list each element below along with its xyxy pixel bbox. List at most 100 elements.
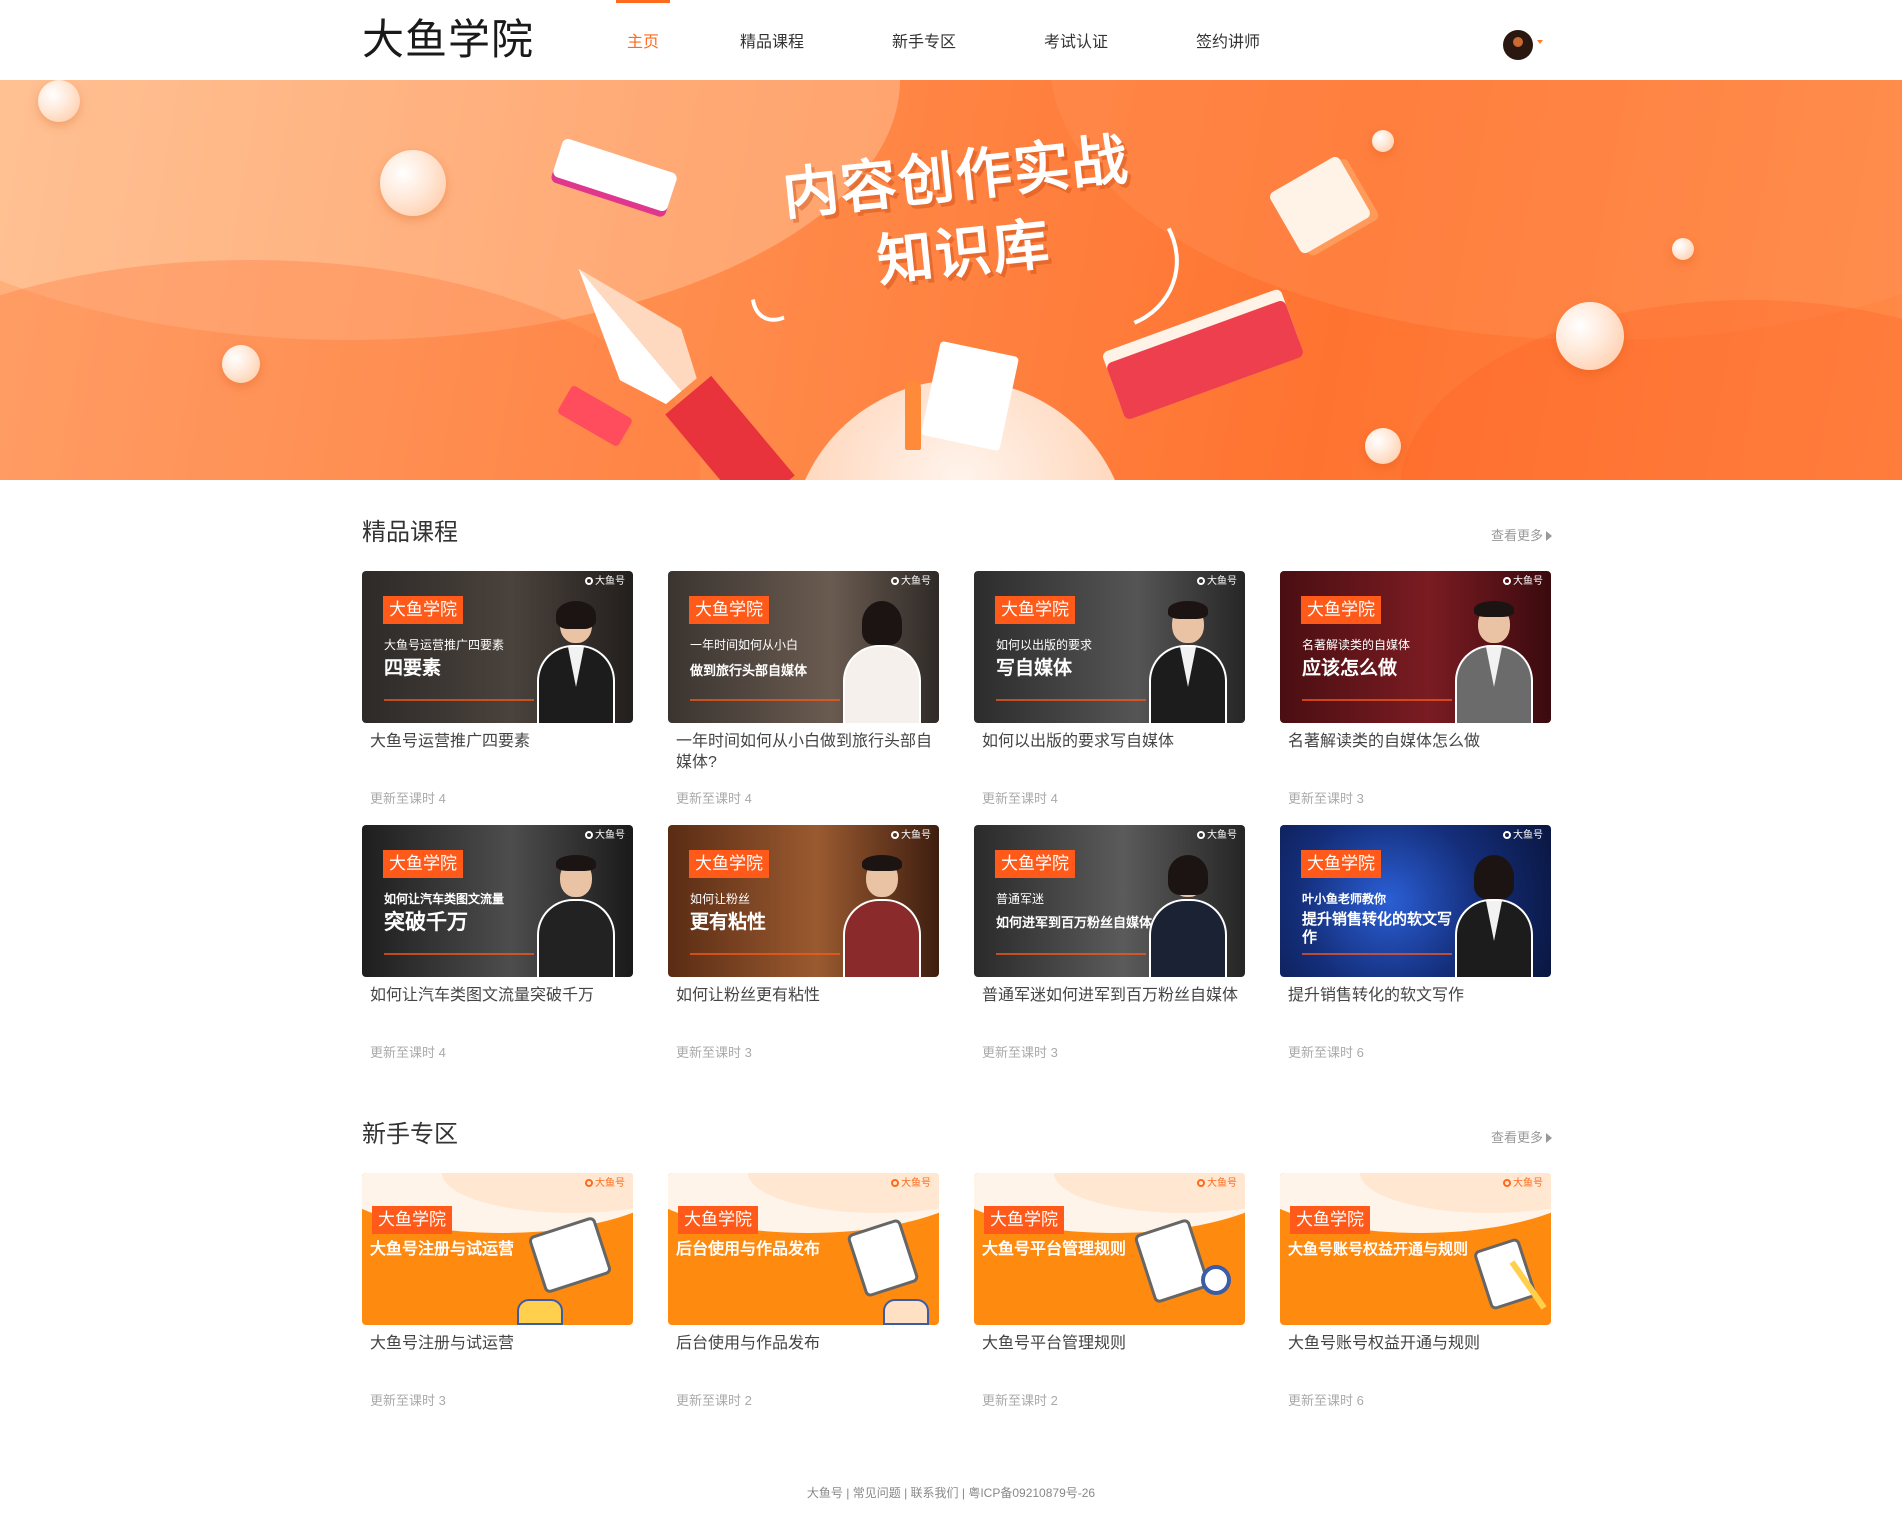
course-title[interactable]: 如何让汽车类图文流量突破千万 xyxy=(370,985,632,1006)
course-card[interactable]: 大鱼学院 大鱼号 如何让粉丝 更有粘性 如何让粉丝更有粘性 更新至课时 3 xyxy=(668,825,939,1073)
banner-decoration xyxy=(1672,238,1694,260)
course-thumbnail[interactable]: 大鱼学院 大鱼号 如何让汽车类图文流量 突破千万 xyxy=(362,825,633,977)
brand-logo-icon xyxy=(585,577,593,585)
academy-tag: 大鱼学院 xyxy=(984,1206,1064,1234)
main-nav: 主页 精品课程 新手专区 考试认证 签约讲师 xyxy=(590,0,1304,80)
footer-icp[interactable]: 粤ICP备09210879号-26 xyxy=(968,1486,1095,1500)
lecturer-photo xyxy=(1149,601,1227,723)
brand-mark: 大鱼号 xyxy=(891,576,931,588)
academy-tag: 大鱼学院 xyxy=(383,596,463,624)
nav-item-novice-zone[interactable]: 新手专区 xyxy=(848,0,1000,80)
thumbnail-headline: 更有粘性 xyxy=(690,912,767,933)
academy-tag: 大鱼学院 xyxy=(995,596,1075,624)
course-card[interactable]: 大鱼号 大鱼学院 大鱼号平台管理规则 大鱼号平台管理规则 更新至课时 2 xyxy=(974,1173,1245,1421)
thumbnail-headline: 如何进军到百万粉丝自媒体 xyxy=(996,915,1153,930)
course-card[interactable]: 大鱼号 大鱼学院 大鱼号注册与试运营 大鱼号注册与试运营 更新至课时 3 xyxy=(362,1173,633,1421)
course-title[interactable]: 如何以出版的要求写自媒体 xyxy=(982,731,1244,752)
thumbnail-subtitle: 大鱼号运营推广四要素 xyxy=(384,638,505,652)
user-avatar[interactable] xyxy=(1503,30,1533,60)
course-title[interactable]: 如何让粉丝更有粘性 xyxy=(676,985,938,1006)
lesson-count: 更新至课时 3 xyxy=(370,1393,446,1408)
thumbnail-headline: 四要素 xyxy=(384,658,442,679)
lesson-count: 更新至课时 3 xyxy=(982,1045,1058,1060)
banner-decoration xyxy=(1365,428,1401,464)
nav-item-home[interactable]: 主页 xyxy=(590,0,696,80)
site-footer: 大鱼号 | 常见问题 | 联系我们 | 粤ICP备09210879号-26 xyxy=(806,1486,1096,1500)
brand-name: 大鱼号 xyxy=(901,1178,931,1189)
brand-mark: 大鱼号 xyxy=(1197,1178,1237,1190)
course-card[interactable]: 大鱼学院 大鱼号 如何让汽车类图文流量 突破千万 如何让汽车类图文流量突破千万 … xyxy=(362,825,633,1073)
play-arrow-icon xyxy=(1546,531,1552,541)
course-card[interactable]: 大鱼学院 大鱼号 大鱼号运营推广四要素 四要素 大鱼号运营推广四要素 更新至课时… xyxy=(362,571,633,819)
brand-logo-icon xyxy=(891,831,899,839)
course-thumbnail[interactable]: 大鱼学院 大鱼号 如何让粉丝 更有粘性 xyxy=(668,825,939,977)
brand-name: 大鱼号 xyxy=(595,830,625,841)
academy-tag: 大鱼学院 xyxy=(372,1206,452,1234)
course-thumbnail[interactable]: 大鱼号 大鱼学院 大鱼号注册与试运营 xyxy=(362,1173,633,1325)
document-icon xyxy=(1133,1217,1211,1305)
course-title[interactable]: 普通军迷如何进军到百万粉丝自媒体 xyxy=(982,985,1244,1006)
hand-illustration xyxy=(517,1299,563,1325)
course-card[interactable]: 大鱼号 大鱼学院 大鱼号账号权益开通与规则 大鱼号账号权益开通与规则 更新至课时… xyxy=(1280,1173,1551,1421)
course-thumbnail[interactable]: 大鱼号 大鱼学院 大鱼号账号权益开通与规则 xyxy=(1280,1173,1551,1325)
nav-item-exam-certification[interactable]: 考试认证 xyxy=(1000,0,1152,80)
course-title[interactable]: 大鱼号注册与试运营 xyxy=(370,1333,632,1354)
brand-name: 大鱼号 xyxy=(1513,830,1543,841)
course-title[interactable]: 提升销售转化的软文写作 xyxy=(1288,985,1550,1006)
view-more-label: 查看更多 xyxy=(1490,528,1543,543)
course-thumbnail[interactable]: 大鱼学院 大鱼号 大鱼号运营推广四要素 四要素 xyxy=(362,571,633,723)
lesson-count: 更新至课时 6 xyxy=(1288,1393,1364,1408)
footer-link-contact[interactable]: 联系我们 xyxy=(911,1486,959,1500)
nav-item-signed-lecturers[interactable]: 签约讲师 xyxy=(1152,0,1304,80)
brand-name: 大鱼号 xyxy=(901,576,931,587)
course-thumbnail[interactable]: 大鱼学院 大鱼号 普通军迷 如何进军到百万粉丝自媒体 xyxy=(974,825,1245,977)
brand-mark: 大鱼号 xyxy=(891,830,931,842)
course-thumbnail[interactable]: 大鱼学院 大鱼号 名著解读类的自媒体 应该怎么做 xyxy=(1280,571,1551,723)
banner-decoration xyxy=(222,345,260,383)
lecturer-photo xyxy=(843,855,921,977)
academy-tag: 大鱼学院 xyxy=(1290,1206,1370,1234)
site-logo[interactable]: 大鱼学院 xyxy=(362,16,534,64)
course-title[interactable]: 大鱼号平台管理规则 xyxy=(982,1333,1244,1354)
course-title[interactable]: 大鱼号账号权益开通与规则 xyxy=(1288,1333,1550,1354)
banner-decoration xyxy=(38,80,80,122)
course-title[interactable]: 大鱼号运营推广四要素 xyxy=(370,731,632,752)
footer-link-faq[interactable]: 常见问题 xyxy=(853,1486,901,1500)
nav-item-premium-courses[interactable]: 精品课程 xyxy=(696,0,848,80)
course-title[interactable]: 名著解读类的自媒体怎么做 xyxy=(1288,731,1550,752)
course-thumbnail[interactable]: 大鱼学院 大鱼号 一年时间如何从小白 做到旅行头部自媒体 xyxy=(668,571,939,723)
banner-decoration xyxy=(380,150,446,216)
brand-name: 大鱼号 xyxy=(1207,576,1237,587)
thumbnail-headline: 提升销售转化的软文写作 xyxy=(1302,911,1453,946)
hand-illustration xyxy=(883,1299,929,1325)
footer-link-daiyu[interactable]: 大鱼号 xyxy=(807,1486,843,1500)
course-card[interactable]: 大鱼号 大鱼学院 后台使用与作品发布 后台使用与作品发布 更新至课时 2 xyxy=(668,1173,939,1421)
course-card[interactable]: 大鱼学院 大鱼号 名著解读类的自媒体 应该怎么做 名著解读类的自媒体怎么做 更新… xyxy=(1280,571,1551,819)
view-more-link[interactable]: 查看更多 xyxy=(1491,1127,1552,1146)
brand-name: 大鱼号 xyxy=(595,576,625,587)
brand-mark: 大鱼号 xyxy=(585,576,625,588)
hero-banner[interactable]: 内容创作实战 知识库 xyxy=(0,80,1902,480)
academy-tag: 大鱼学院 xyxy=(689,596,769,624)
course-thumbnail[interactable]: 大鱼学院 大鱼号 叶小鱼老师教你 提升销售转化的软文写作 xyxy=(1280,825,1551,977)
course-card[interactable]: 大鱼学院 大鱼号 叶小鱼老师教你 提升销售转化的软文写作 提升销售转化的软文写作… xyxy=(1280,825,1551,1073)
brand-logo-icon xyxy=(1197,577,1205,585)
course-thumbnail[interactable]: 大鱼学院 大鱼号 如何以出版的要求 写自媒体 xyxy=(974,571,1245,723)
course-thumbnail[interactable]: 大鱼号 大鱼学院 大鱼号平台管理规则 xyxy=(974,1173,1245,1325)
course-title[interactable]: 后台使用与作品发布 xyxy=(676,1333,938,1354)
thumbnail-divider xyxy=(690,699,840,701)
course-thumbnail[interactable]: 大鱼号 大鱼学院 后台使用与作品发布 xyxy=(668,1173,939,1325)
brand-mark: 大鱼号 xyxy=(585,1178,625,1190)
brand-name: 大鱼号 xyxy=(1207,1178,1237,1189)
lesson-count: 更新至课时 2 xyxy=(676,1393,752,1408)
brand-logo-icon xyxy=(585,831,593,839)
course-title[interactable]: 一年时间如何从小白做到旅行头部自媒体? xyxy=(676,731,938,773)
caret-down-icon[interactable] xyxy=(1537,40,1543,44)
view-more-link[interactable]: 查看更多 xyxy=(1491,525,1552,544)
course-card[interactable]: 大鱼学院 大鱼号 一年时间如何从小白 做到旅行头部自媒体 一年时间如何从小白做到… xyxy=(668,571,939,819)
course-card[interactable]: 大鱼学院 大鱼号 普通军迷 如何进军到百万粉丝自媒体 普通军迷如何进军到百万粉丝… xyxy=(974,825,1245,1073)
thumbnail-headline: 写自媒体 xyxy=(996,658,1073,679)
lecturer-photo xyxy=(1149,855,1227,977)
course-card[interactable]: 大鱼学院 大鱼号 如何以出版的要求 写自媒体 如何以出版的要求写自媒体 更新至课… xyxy=(974,571,1245,819)
section-title: 新手专区 xyxy=(362,1121,458,1148)
